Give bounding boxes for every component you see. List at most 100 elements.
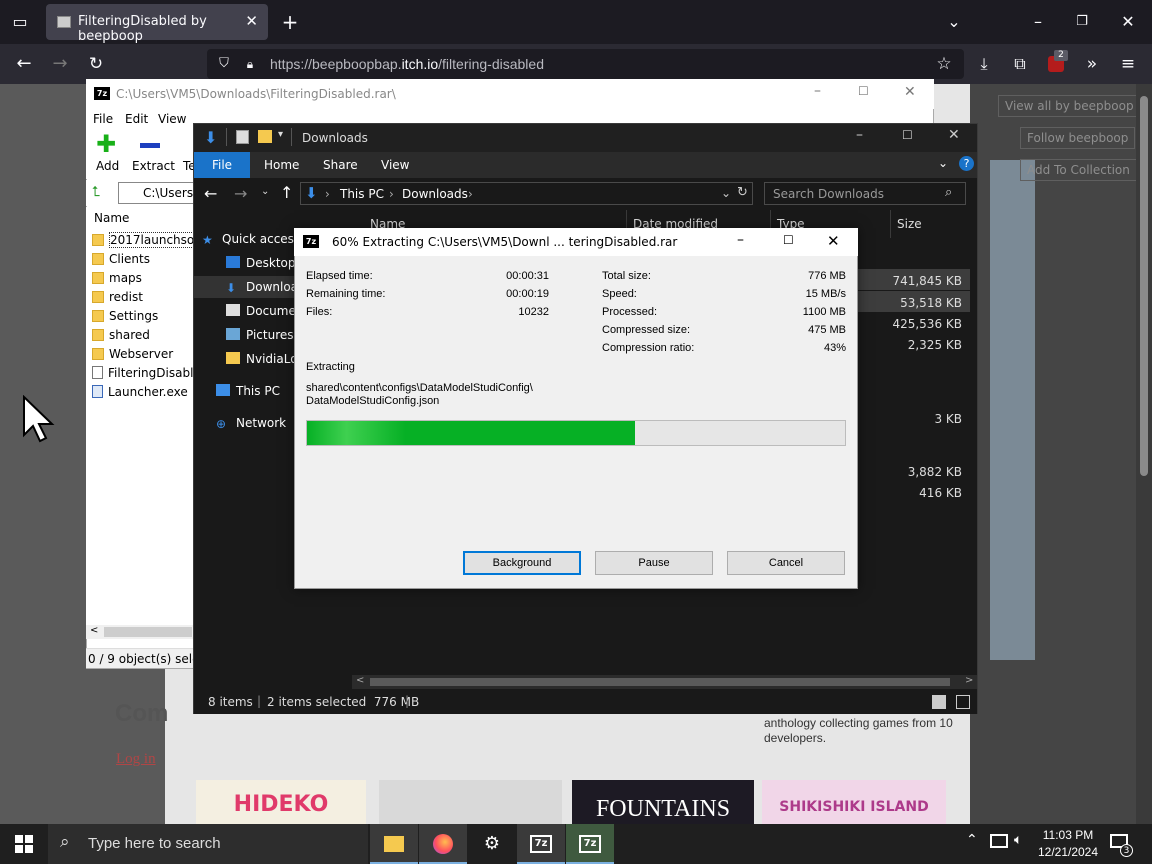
refresh-icon[interactable]: ↻ [737,185,748,200]
new-tab-icon[interactable]: + [280,12,300,32]
details-view-icon[interactable] [932,695,946,709]
nav-item-desktop[interactable]: Desktop [226,252,296,274]
explorer-horizontal-scrollbar[interactable]: < > [352,675,977,689]
background-button[interactable]: Background [463,551,581,575]
tracking-shield-icon[interactable]: ⛉ [215,54,233,74]
ribbon-tab-home[interactable]: Home [264,158,299,172]
scroll-left-icon[interactable]: < [356,675,364,686]
column-header-size[interactable]: Size [890,210,970,238]
url-bar[interactable]: ⛉ 🔒︎ https://beepboopbap.itch.io/filteri… [207,49,964,79]
view-all-button[interactable]: View all by beepboop [998,95,1141,117]
add-button-label[interactable]: Add [96,159,119,173]
minimize-icon[interactable]: – [814,83,821,99]
close-icon[interactable]: ✕ [948,127,960,143]
firefox-icon[interactable] [419,824,467,864]
overflow-chevrons-icon[interactable]: » [1082,54,1102,74]
nav-item-pictures[interactable]: Pictures [226,324,294,346]
breadcrumb-this-pc[interactable]: This PC [340,187,384,201]
volume-muted-icon[interactable]: 🔈︎ [1014,832,1022,848]
horizontal-scrollbar[interactable]: < [86,625,194,639]
game-tile-fountains[interactable]: FOUNTAINS [572,780,754,824]
extract-icon[interactable] [140,143,160,148]
game-tile-shikishiki[interactable]: SHIKISHIKI ISLAND [762,780,946,824]
ribbon-tab-share[interactable]: Share [323,158,358,172]
menu-file[interactable]: File [93,112,113,126]
extract-button-label[interactable]: Extract [132,159,175,173]
help-icon[interactable]: ? [959,156,974,171]
close-window-icon[interactable]: ✕ [1118,12,1138,32]
minimize-icon[interactable]: – [856,127,863,143]
search-icon[interactable]: ⌕ [945,185,952,200]
file-explorer-icon[interactable] [370,824,418,864]
list-item[interactable]: FilteringDisabled [92,364,194,382]
tab-close-icon[interactable]: ✕ [245,12,258,30]
7zip-path-input[interactable]: C:\Users\ [118,182,194,204]
taskbar-clock[interactable]: 11:03 PM 12/21/2024 [1037,827,1099,861]
explorer-search-input[interactable]: Search Downloads ⌕ [764,182,966,205]
pause-button[interactable]: Pause [595,551,713,575]
ribbon-tab-file[interactable]: File [194,152,250,178]
menu-view[interactable]: View [158,112,186,126]
address-history-chevron-icon[interactable]: ⌄ [721,186,731,200]
game-tile-hideko[interactable]: HIDEKO [196,780,366,824]
close-icon[interactable]: ✕ [827,232,840,250]
explorer-address-bar[interactable]: ⬇ › This PC › Downloads › ⌄ ↻ [300,182,753,205]
list-item[interactable]: Launcher.exe [92,383,194,401]
quick-access-dropdown-icon[interactable]: ▾ [278,129,283,140]
minimize-icon[interactable]: – [737,232,744,248]
show-hidden-icons-chevron-icon[interactable]: ⌃ [966,832,978,848]
cancel-button[interactable]: Cancel [727,551,845,575]
close-icon[interactable]: ✕ [904,84,916,100]
nav-item-this-pc[interactable]: This PC [216,380,280,402]
extensions-icon[interactable]: ⧉ [1010,54,1030,74]
downloads-icon[interactable]: ⤓ [974,54,994,74]
scrollbar-thumb[interactable] [370,678,950,686]
maximize-icon[interactable]: ☐ [902,128,913,142]
menu-edit[interactable]: Edit [125,112,148,126]
taskbar-search-box[interactable]: ⌕ Type here to search [48,824,368,864]
list-item[interactable]: Settings [92,307,194,325]
network-icon[interactable] [990,834,1008,848]
hamburger-menu-icon[interactable]: ≡ [1118,54,1138,74]
page-scrollbar[interactable] [1136,84,1152,824]
list-item[interactable]: redist [92,288,194,306]
back-icon[interactable]: ← [204,184,217,203]
bookmark-star-icon[interactable]: ☆ [934,54,954,74]
login-link[interactable]: Log in [116,751,156,768]
forward-icon[interactable]: → [50,54,70,74]
column-header-name[interactable]: Name [94,211,129,225]
reload-icon[interactable]: ↻ [86,54,106,74]
settings-icon[interactable]: ⚙ [468,824,516,864]
7zip-icon[interactable]: 7z [566,824,614,864]
add-to-collection-button[interactable]: Add To Collection [1020,159,1137,181]
up-folder-icon[interactable]: ⮤ [92,184,100,200]
add-icon[interactable]: ✚ [96,131,116,157]
large-icons-view-icon[interactable] [956,695,970,709]
list-item[interactable]: shared [92,326,194,344]
follow-button[interactable]: Follow beepboop [1020,127,1136,149]
new-folder-icon[interactable] [258,130,272,143]
nav-item-network[interactable]: ⊕ Network [216,412,286,434]
scrollbar-thumb[interactable] [1140,96,1148,476]
maximize-icon[interactable]: ☐ [858,84,869,98]
tab-list-chevron-icon[interactable]: ⌄ [944,12,964,32]
ribbon-tab-view[interactable]: View [381,158,409,172]
game-tile-keyboard[interactable] [379,780,562,824]
list-item[interactable]: 2017launchsour [92,231,194,249]
breadcrumb-downloads[interactable]: Downloads [402,187,468,201]
forward-icon[interactable]: → [234,184,247,203]
browser-tab[interactable]: FilteringDisabled by beepboop ✕ [46,4,268,44]
properties-icon[interactable] [236,130,249,144]
up-icon[interactable]: ↑ [280,183,293,202]
back-icon[interactable]: ← [14,54,34,74]
scroll-left-icon[interactable]: < [90,625,98,636]
lock-icon[interactable]: 🔒︎ [241,54,259,74]
list-item[interactable]: Clients [92,250,194,268]
list-item[interactable]: maps [92,269,194,287]
nav-item-quick-access[interactable]: ★ Quick access [202,228,300,250]
recent-locations-icon[interactable]: ⌄ [261,186,269,197]
maximize-icon[interactable]: ☐ [783,233,794,247]
list-item[interactable]: Webserver [92,345,194,363]
minimize-icon[interactable]: – [1028,12,1048,32]
windows-start-icon[interactable] [15,835,33,853]
